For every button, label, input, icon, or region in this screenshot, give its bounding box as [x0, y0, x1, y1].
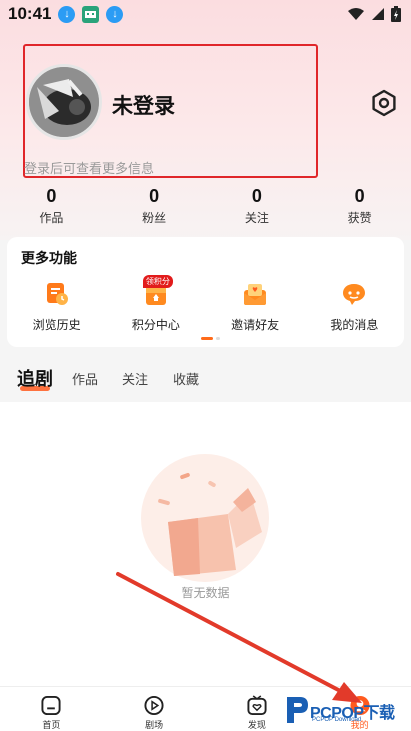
avatar[interactable]: [26, 64, 102, 140]
signal-icon: [372, 8, 384, 20]
more-functions-card: 更多功能 浏览历史 领积分 积分中心 邀请好友 我的消息: [7, 237, 404, 347]
points-badge: 领积分: [142, 275, 173, 288]
function-row: 浏览历史 领积分 积分中心 邀请好友 我的消息: [7, 275, 404, 333]
message-icon: [343, 284, 366, 305]
theater-icon: [144, 695, 164, 716]
stat-likes[interactable]: 0 获赞: [308, 186, 411, 226]
tab-favorites[interactable]: 收藏: [173, 369, 199, 388]
function-label: 积分中心: [131, 318, 180, 332]
function-my-messages[interactable]: 我的消息: [305, 279, 404, 333]
stat-value: 0: [251, 186, 262, 206]
invite-icon: [244, 284, 267, 305]
nav-label: 发现: [247, 720, 266, 730]
stat-works[interactable]: 0 作品: [0, 186, 103, 226]
page-indicator: [201, 337, 220, 340]
more-functions-title: 更多功能: [21, 250, 77, 266]
function-points-center[interactable]: 领积分 积分中心: [106, 275, 205, 333]
empty-state-text: 暂无数据: [181, 586, 230, 600]
stat-label: 粉丝: [142, 211, 167, 225]
nav-theater[interactable]: 剧场: [103, 687, 206, 731]
download-icon: ↓: [58, 5, 76, 23]
stat-label: 作品: [39, 211, 64, 225]
stats-row: 0 作品 0 粉丝 0 关注 0 获赞: [0, 186, 411, 226]
tab-drama[interactable]: 追剧: [17, 365, 53, 391]
function-label: 浏览历史: [32, 318, 81, 332]
stat-label: 关注: [244, 211, 269, 225]
stat-label: 获赞: [347, 211, 372, 225]
stat-fans[interactable]: 0 粉丝: [103, 186, 206, 226]
page-dot: [216, 337, 220, 340]
history-icon: [46, 283, 68, 305]
page-dot-active: [201, 337, 213, 340]
status-bar: 10:41 ↓ ↓: [0, 0, 411, 28]
nav-label: 剧场: [145, 720, 164, 730]
home-icon: [41, 695, 61, 716]
stat-value: 0: [149, 186, 160, 206]
stat-value: 0: [46, 186, 57, 206]
content-tabs: 追剧 作品 关注 收藏: [0, 360, 411, 400]
wifi-icon: [348, 8, 364, 20]
nav-label: 首页: [42, 720, 61, 730]
function-browse-history[interactable]: 浏览历史: [7, 279, 106, 333]
discover-icon: [247, 695, 267, 716]
watermark-subtext: PCPOP Download: [312, 717, 362, 723]
app-icon: [82, 5, 100, 23]
stat-value: 0: [354, 186, 365, 206]
empty-box-illustration: [141, 454, 269, 582]
tab-following[interactable]: 关注: [122, 369, 148, 388]
stat-following[interactable]: 0 关注: [206, 186, 309, 226]
watermark: PCPOP下载 PCPOP Download: [284, 693, 411, 729]
settings-icon[interactable]: [370, 89, 398, 117]
watermark-logo-icon: [287, 697, 308, 723]
tab-works[interactable]: 作品: [72, 369, 98, 388]
download-icon: ↓: [106, 5, 124, 23]
login-hint[interactable]: 登录后可查看更多信息: [24, 158, 154, 177]
status-time: 10:41: [8, 4, 52, 23]
battery-icon: [391, 6, 401, 22]
function-label: 我的消息: [330, 318, 379, 332]
content-area: 暂无数据: [0, 402, 411, 686]
nav-home[interactable]: 首页: [0, 687, 103, 731]
nickname[interactable]: 未登录: [112, 90, 175, 120]
function-label: 邀请好友: [231, 318, 280, 332]
function-invite-friends[interactable]: 邀请好友: [206, 279, 305, 333]
